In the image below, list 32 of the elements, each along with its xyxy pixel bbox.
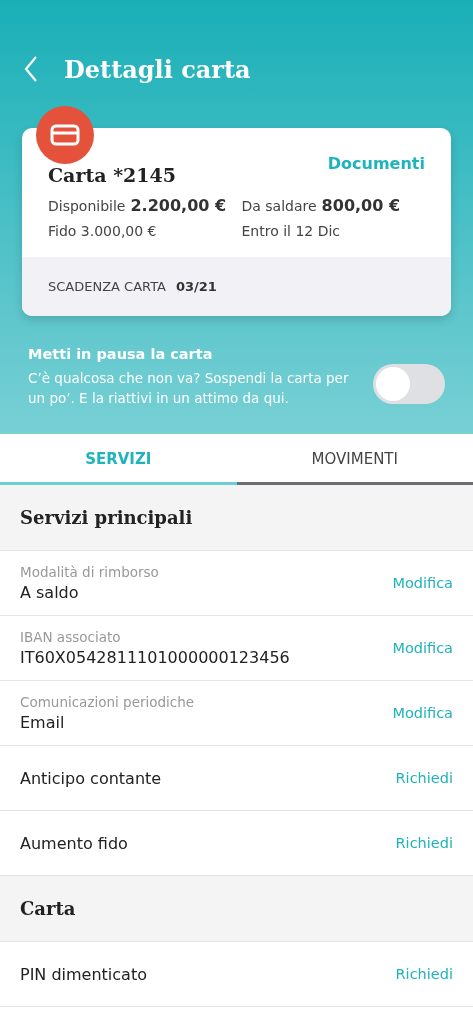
documents-link[interactable]: Documenti: [327, 154, 425, 173]
row-value: A saldo: [20, 583, 80, 602]
section-title: Carta: [20, 898, 77, 919]
row-value: Anticipo contante: [20, 768, 162, 788]
due-value: 800,00 €: [321, 196, 401, 215]
row-action-link[interactable]: Richiedi: [395, 770, 453, 786]
row-value: IT60X0542811101000000123456: [20, 648, 290, 667]
pause-toggle[interactable]: [373, 364, 445, 404]
row-label: Comunicazioni periodiche: [20, 694, 195, 710]
page-title: Dettagli carta: [64, 54, 251, 84]
due-label: Da saldare: [241, 198, 317, 214]
row-action-link[interactable]: Richiedi: [395, 835, 453, 851]
pause-description: C’è qualcosa che non va? Sospendi la carta per un po’. E la riattivi in un attimo da qui.: [28, 369, 350, 408]
card-name: Carta *2145: [48, 164, 176, 186]
row-action-link[interactable]: Modifica: [392, 575, 453, 591]
expiry-label: SCADENZA CARTA: [48, 279, 166, 294]
row-action-link[interactable]: Modifica: [392, 705, 453, 721]
credit-line: Fido 3.000,00 €: [48, 223, 158, 239]
pause-title: Metti in pausa la carta: [28, 346, 214, 362]
row-action-link[interactable]: Richiedi: [395, 966, 453, 982]
row-label: IBAN associato: [20, 629, 122, 645]
back-button[interactable]: [22, 54, 40, 84]
row-value: Email: [20, 713, 66, 732]
available-value: 2.200,00 €: [130, 196, 227, 215]
row-value: Aumento fido: [20, 833, 128, 853]
available-label: Disponibile: [48, 198, 126, 214]
row-label: Modalità di rimborso: [20, 564, 159, 580]
expiry-value: 03/21: [176, 279, 217, 294]
section-title: Servizi principali: [20, 507, 194, 528]
row-action-link[interactable]: Modifica: [392, 640, 453, 656]
row-value: PIN dimenticato: [20, 964, 147, 984]
due-date: Entro il 12 Dic: [241, 223, 342, 239]
